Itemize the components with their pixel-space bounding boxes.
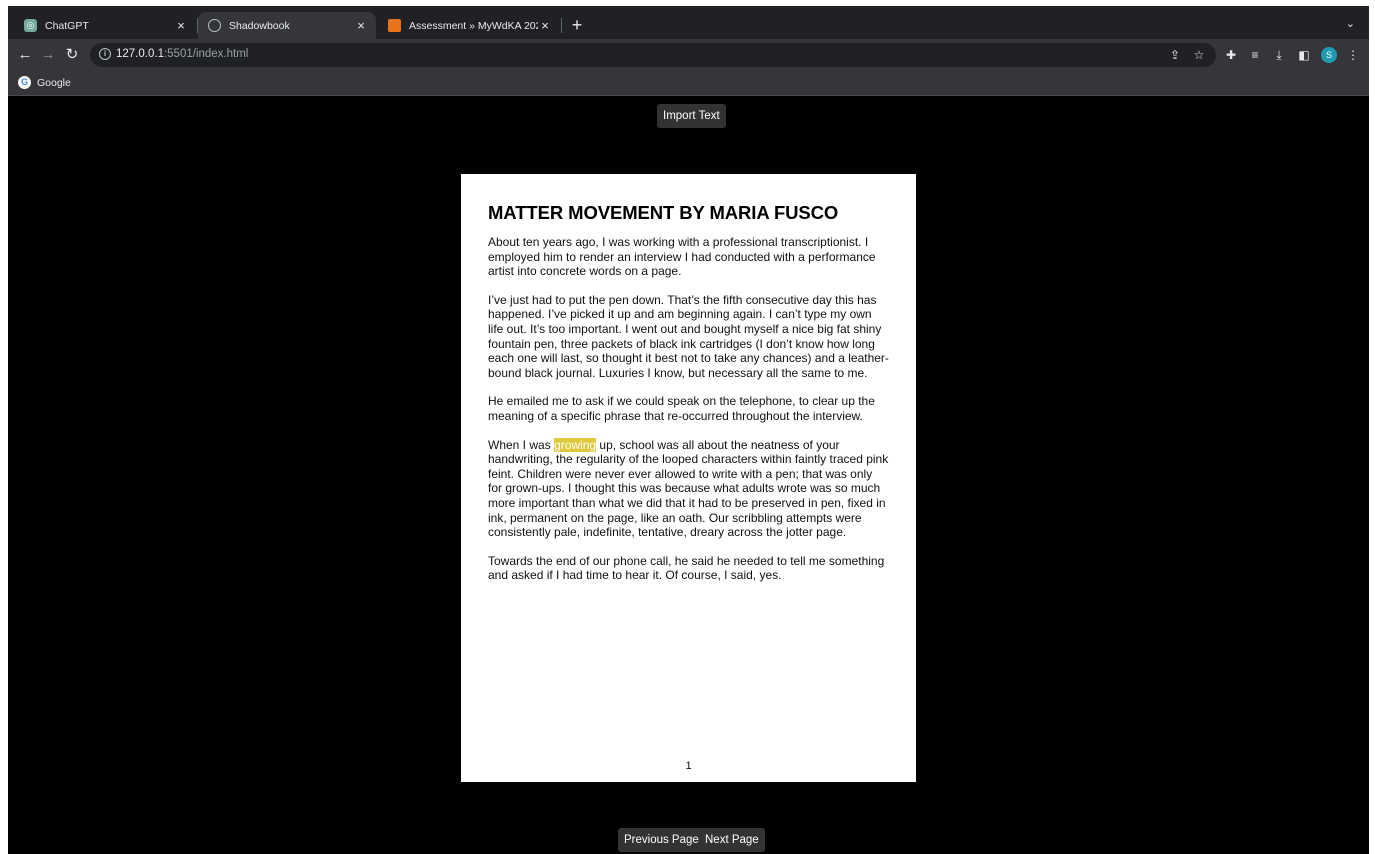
chevron-down-icon[interactable]: ⌄ bbox=[1346, 17, 1355, 30]
reload-icon[interactable]: ↻ bbox=[62, 45, 82, 65]
google-icon: G bbox=[18, 76, 31, 89]
tab-strip: ◎ ChatGPT × Shadowbook × Assessment » My… bbox=[8, 6, 1369, 39]
address-bar[interactable]: i 127.0.0.1:5501/index.html ⇪ ☆ bbox=[90, 43, 1216, 67]
chatgpt-icon: ◎ bbox=[24, 19, 37, 32]
close-icon[interactable]: × bbox=[538, 18, 552, 33]
tab-chatgpt[interactable]: ◎ ChatGPT × bbox=[14, 12, 196, 39]
url-text: 127.0.0.1:5501/index.html bbox=[116, 48, 249, 60]
paragraph-4: When I was growing up, school was all ab… bbox=[488, 437, 889, 540]
bookmark-label: Google bbox=[37, 76, 71, 89]
globe-icon bbox=[208, 19, 221, 32]
close-icon[interactable]: × bbox=[354, 18, 368, 33]
page-content: Import Text MATTER MOVEMENT BY MARIA FUS… bbox=[8, 97, 1369, 854]
profile-avatar[interactable]: S bbox=[1321, 47, 1337, 63]
close-icon[interactable]: × bbox=[174, 18, 188, 33]
book-page: MATTER MOVEMENT BY MARIA FUSCO About ten… bbox=[461, 174, 916, 782]
download-icon[interactable]: ⤓ bbox=[1270, 46, 1288, 64]
share-icon[interactable]: ⇪ bbox=[1166, 46, 1184, 64]
tab-separator bbox=[561, 18, 562, 33]
import-text-button[interactable]: Import Text bbox=[657, 104, 726, 128]
page-title: MATTER MOVEMENT BY MARIA FUSCO bbox=[488, 202, 839, 223]
highlighted-word[interactable]: growing bbox=[554, 437, 597, 452]
browser-window: ◎ ChatGPT × Shadowbook × Assessment » My… bbox=[8, 6, 1369, 854]
back-arrow-icon[interactable]: ← bbox=[15, 45, 35, 65]
extensions-icon[interactable]: ✚ bbox=[1222, 46, 1240, 64]
info-icon[interactable]: i bbox=[99, 48, 111, 60]
tab-shadowbook[interactable]: Shadowbook × bbox=[198, 12, 376, 39]
new-tab-button[interactable]: + bbox=[568, 15, 586, 35]
paragraph-1: About ten years ago, I was working with … bbox=[488, 235, 876, 279]
reading-list-icon[interactable]: ≡ bbox=[1246, 46, 1264, 64]
browser-toolbar: ← → ↻ i 127.0.0.1:5501/index.html ⇪ ☆ ✚ … bbox=[8, 39, 1369, 71]
tab-assessment[interactable]: Assessment » MyWdKA 2023 × bbox=[378, 12, 560, 39]
paragraph-2: I’ve just had to put the pen down. That’… bbox=[488, 292, 889, 380]
mywdka-icon bbox=[388, 19, 401, 32]
next-page-button[interactable]: Next Page bbox=[699, 828, 765, 852]
paragraph-3: He emailed me to ask if we could speak o… bbox=[488, 394, 875, 423]
side-panel-icon[interactable]: ◧ bbox=[1295, 46, 1313, 64]
tab-title: Assessment » MyWdKA 2023 bbox=[409, 19, 538, 32]
previous-page-button[interactable]: Previous Page bbox=[618, 828, 705, 852]
kebab-menu-icon[interactable]: ⋮ bbox=[1344, 46, 1362, 64]
tab-title: Shadowbook bbox=[229, 19, 290, 32]
forward-arrow-icon[interactable]: → bbox=[38, 45, 58, 65]
tab-title: ChatGPT bbox=[45, 19, 89, 32]
bookmarks-bar: G Google bbox=[8, 71, 1369, 96]
paragraph-5: Towards the end of our phone call, he sa… bbox=[488, 553, 885, 583]
star-icon[interactable]: ☆ bbox=[1190, 46, 1208, 64]
bookmark-google[interactable]: G Google bbox=[18, 76, 71, 89]
page-number: 1 bbox=[685, 760, 692, 772]
